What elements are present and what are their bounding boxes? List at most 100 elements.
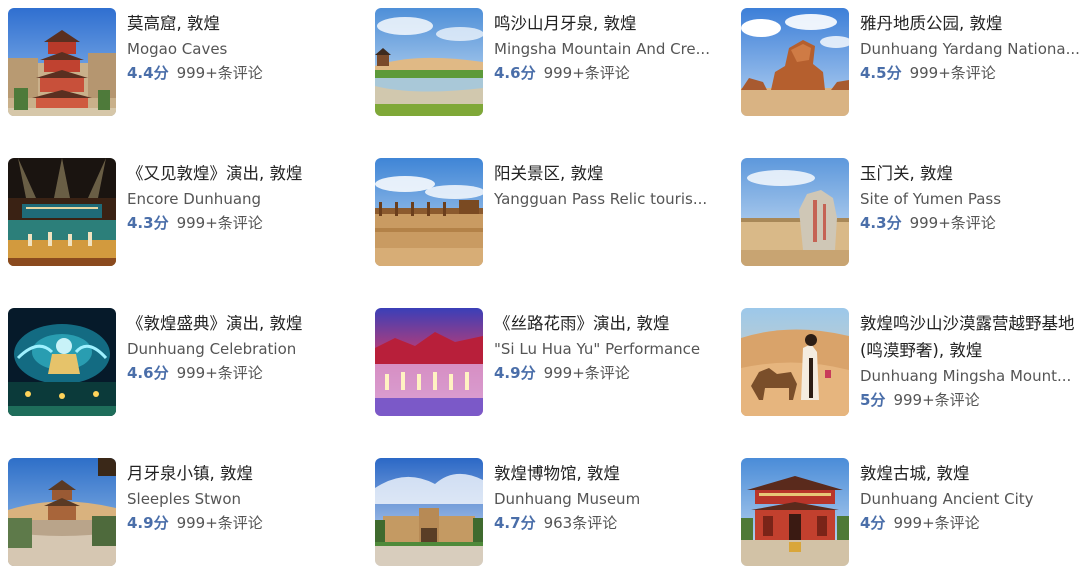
attraction-info: 雅丹地质公园, 敦煌 Dunhuang Yardang Nationa... 4… <box>860 10 1080 85</box>
attraction-english-name: Dunhuang Yardang Nationa... <box>860 40 1080 58</box>
attraction-english-name: Encore Dunhuang <box>127 190 262 208</box>
rating: 4.4分 <box>127 64 169 82</box>
attraction-info: 《丝路花雨》演出, 敦煌 "Si Lu Hua Yu" Performance … <box>494 310 726 385</box>
attraction-info: 敦煌鸣沙山沙漠露营越野基地(鸣漠野奢), 敦煌 Dunhuang Mingsha… <box>860 310 1080 412</box>
attraction-card-silk-road-flower-rain[interactable]: 《丝路花雨》演出, 敦煌 "Si Lu Hua Yu" Performance … <box>375 308 725 418</box>
silk-road-dance-image <box>375 308 483 416</box>
attraction-meta: 4.7分 963条评论 <box>494 511 726 535</box>
rating: 4.6分 <box>494 64 536 82</box>
attraction-title: 玉门关, 敦煌 <box>860 164 953 183</box>
attraction-card-mingsha-mountain[interactable]: 鸣沙山月牙泉, 敦煌 Mingsha Mountain And Cre... 4… <box>375 8 725 118</box>
review-count: 999+条评论 <box>176 64 263 82</box>
celebration-show-image <box>8 308 116 416</box>
review-count: 999+条评论 <box>176 364 263 382</box>
attraction-info: 莫高窟, 敦煌 Mogao Caves 4.4分 999+条评论 <box>127 10 359 85</box>
attraction-english-name: Site of Yumen Pass <box>860 190 1002 208</box>
museum-building-image <box>375 458 483 566</box>
attraction-card-yangguan-pass[interactable]: 阳关景区, 敦煌 Yangguan Pass Relic touris... <box>375 158 725 268</box>
mingsha-mountain-thumbnail[interactable] <box>375 8 483 116</box>
rating: 4.7分 <box>494 514 536 532</box>
attraction-meta: 4.6分 999+条评论 <box>127 361 359 385</box>
attraction-meta: 4分 999+条评论 <box>860 511 1080 535</box>
rating: 4.6分 <box>127 364 169 382</box>
attraction-info: 玉门关, 敦煌 Site of Yumen Pass 4.3分 999+条评论 <box>860 160 1080 235</box>
attraction-card-dunhuang-museum[interactable]: 敦煌博物馆, 敦煌 Dunhuang Museum 4.7分 963条评论 <box>375 458 725 568</box>
attraction-info: 阳关景区, 敦煌 Yangguan Pass Relic touris... <box>494 160 726 211</box>
attraction-info: 敦煌博物馆, 敦煌 Dunhuang Museum 4.7分 963条评论 <box>494 460 726 535</box>
silk-road-flower-rain-thumbnail[interactable] <box>375 308 483 416</box>
attraction-title: 鸣沙山月牙泉, 敦煌 <box>494 14 637 33</box>
attraction-english-name: Mingsha Mountain And Cre... <box>494 40 710 58</box>
review-count: 963条评论 <box>543 514 618 532</box>
rating: 4.9分 <box>127 514 169 532</box>
yardang-rock-image <box>741 8 849 116</box>
attraction-meta: 4.3分 999+条评论 <box>127 211 359 235</box>
rating: 4分 <box>860 514 886 532</box>
attraction-english-name: Dunhuang Celebration <box>127 340 297 358</box>
attraction-title: 敦煌鸣沙山沙漠露营越野基地(鸣漠野奢), 敦煌 <box>860 314 1075 360</box>
crescent-town-image <box>8 458 116 566</box>
attraction-title: 阳关景区, 敦煌 <box>494 164 604 183</box>
attraction-card-encore-dunhuang[interactable]: 《又见敦煌》演出, 敦煌 Encore Dunhuang 4.3分 999+条评论 <box>8 158 358 268</box>
attraction-english-name: Yangguan Pass Relic touris... <box>494 190 708 208</box>
attraction-english-name: Dunhuang Museum <box>494 490 641 508</box>
attraction-title: 敦煌博物馆, 敦煌 <box>494 464 620 483</box>
yumen-pass-thumbnail[interactable] <box>741 158 849 266</box>
review-count: 999+条评论 <box>893 391 980 409</box>
attraction-title: 《又见敦煌》演出, 敦煌 <box>127 164 303 183</box>
dunhuang-ancient-city-thumbnail[interactable] <box>741 458 849 566</box>
attraction-card-dunhuang-ancient-city[interactable]: 敦煌古城, 敦煌 Dunhuang Ancient City 4分 999+条评论 <box>741 458 1080 568</box>
crescent-lake-image <box>375 8 483 116</box>
dunhuang-museum-thumbnail[interactable] <box>375 458 483 566</box>
attraction-info: 敦煌古城, 敦煌 Dunhuang Ancient City 4分 999+条评论 <box>860 460 1080 535</box>
attraction-meta: 4.5分 999+条评论 <box>860 61 1080 85</box>
attraction-info: 《敦煌盛典》演出, 敦煌 Dunhuang Celebration 4.6分 99… <box>127 310 359 385</box>
review-count: 999+条评论 <box>909 64 996 82</box>
attraction-meta: 4.9分 999+条评论 <box>494 361 726 385</box>
attraction-info: 月牙泉小镇, 敦煌 Sleeples Stwon 4.9分 999+条评论 <box>127 460 359 535</box>
review-count: 999+条评论 <box>909 214 996 232</box>
attraction-meta: 4.4分 999+条评论 <box>127 61 359 85</box>
dunhuang-celebration-thumbnail[interactable] <box>8 308 116 416</box>
rating: 5分 <box>860 391 886 409</box>
attraction-english-name: Dunhuang Ancient City <box>860 490 1034 508</box>
rating: 4.5分 <box>860 64 902 82</box>
crescent-town-thumbnail[interactable] <box>8 458 116 566</box>
attraction-title: 雅丹地质公园, 敦煌 <box>860 14 1003 33</box>
ancient-city-gate-image <box>741 458 849 566</box>
encore-stage-image <box>8 158 116 266</box>
attraction-title: 莫高窟, 敦煌 <box>127 14 220 33</box>
mogao-caves-thumbnail[interactable] <box>8 8 116 116</box>
yangguan-pass-thumbnail[interactable] <box>375 158 483 266</box>
attraction-card-yardang-park[interactable]: 雅丹地质公园, 敦煌 Dunhuang Yardang Nationa... 4… <box>741 8 1080 118</box>
attraction-card-crescent-town[interactable]: 月牙泉小镇, 敦煌 Sleeples Stwon 4.9分 999+条评论 <box>8 458 358 568</box>
attraction-meta: 4.3分 999+条评论 <box>860 211 1080 235</box>
yardang-park-thumbnail[interactable] <box>741 8 849 116</box>
attraction-card-mingsha-desert-camp[interactable]: 敦煌鸣沙山沙漠露营越野基地(鸣漠野奢), 敦煌 Dunhuang Mingsha… <box>741 308 1080 418</box>
attraction-meta: 4.6分 999+条评论 <box>494 61 726 85</box>
review-count: 999+条评论 <box>176 514 263 532</box>
mingsha-desert-camp-thumbnail[interactable] <box>741 308 849 416</box>
attraction-english-name: Sleeples Stwon <box>127 490 242 508</box>
attraction-title: 月牙泉小镇, 敦煌 <box>127 464 253 483</box>
review-count: 999+条评论 <box>176 214 263 232</box>
desert-camel-image <box>741 308 849 416</box>
attraction-title: 《丝路花雨》演出, 敦煌 <box>494 314 670 333</box>
yumen-pass-stone-image <box>741 158 849 266</box>
attraction-info: 《又见敦煌》演出, 敦煌 Encore Dunhuang 4.3分 999+条评论 <box>127 160 359 235</box>
yangguan-pass-image <box>375 158 483 266</box>
attraction-title: 敦煌古城, 敦煌 <box>860 464 970 483</box>
attraction-card-mogao-caves[interactable]: 莫高窟, 敦煌 Mogao Caves 4.4分 999+条评论 <box>8 8 358 118</box>
rating: 4.9分 <box>494 364 536 382</box>
rating: 4.3分 <box>127 214 169 232</box>
attraction-card-yumen-pass[interactable]: 玉门关, 敦煌 Site of Yumen Pass 4.3分 999+条评论 <box>741 158 1080 268</box>
mogao-caves-image <box>8 8 116 116</box>
attraction-meta: 5分 999+条评论 <box>860 388 1080 412</box>
attraction-card-dunhuang-celebration[interactable]: 《敦煌盛典》演出, 敦煌 Dunhuang Celebration 4.6分 99… <box>8 308 358 418</box>
review-count: 999+条评论 <box>543 364 630 382</box>
encore-dunhuang-thumbnail[interactable] <box>8 158 116 266</box>
rating: 4.3分 <box>860 214 902 232</box>
attraction-english-name: Mogao Caves <box>127 40 228 58</box>
review-count: 999+条评论 <box>543 64 630 82</box>
attraction-title: 《敦煌盛典》演出, 敦煌 <box>127 314 303 333</box>
